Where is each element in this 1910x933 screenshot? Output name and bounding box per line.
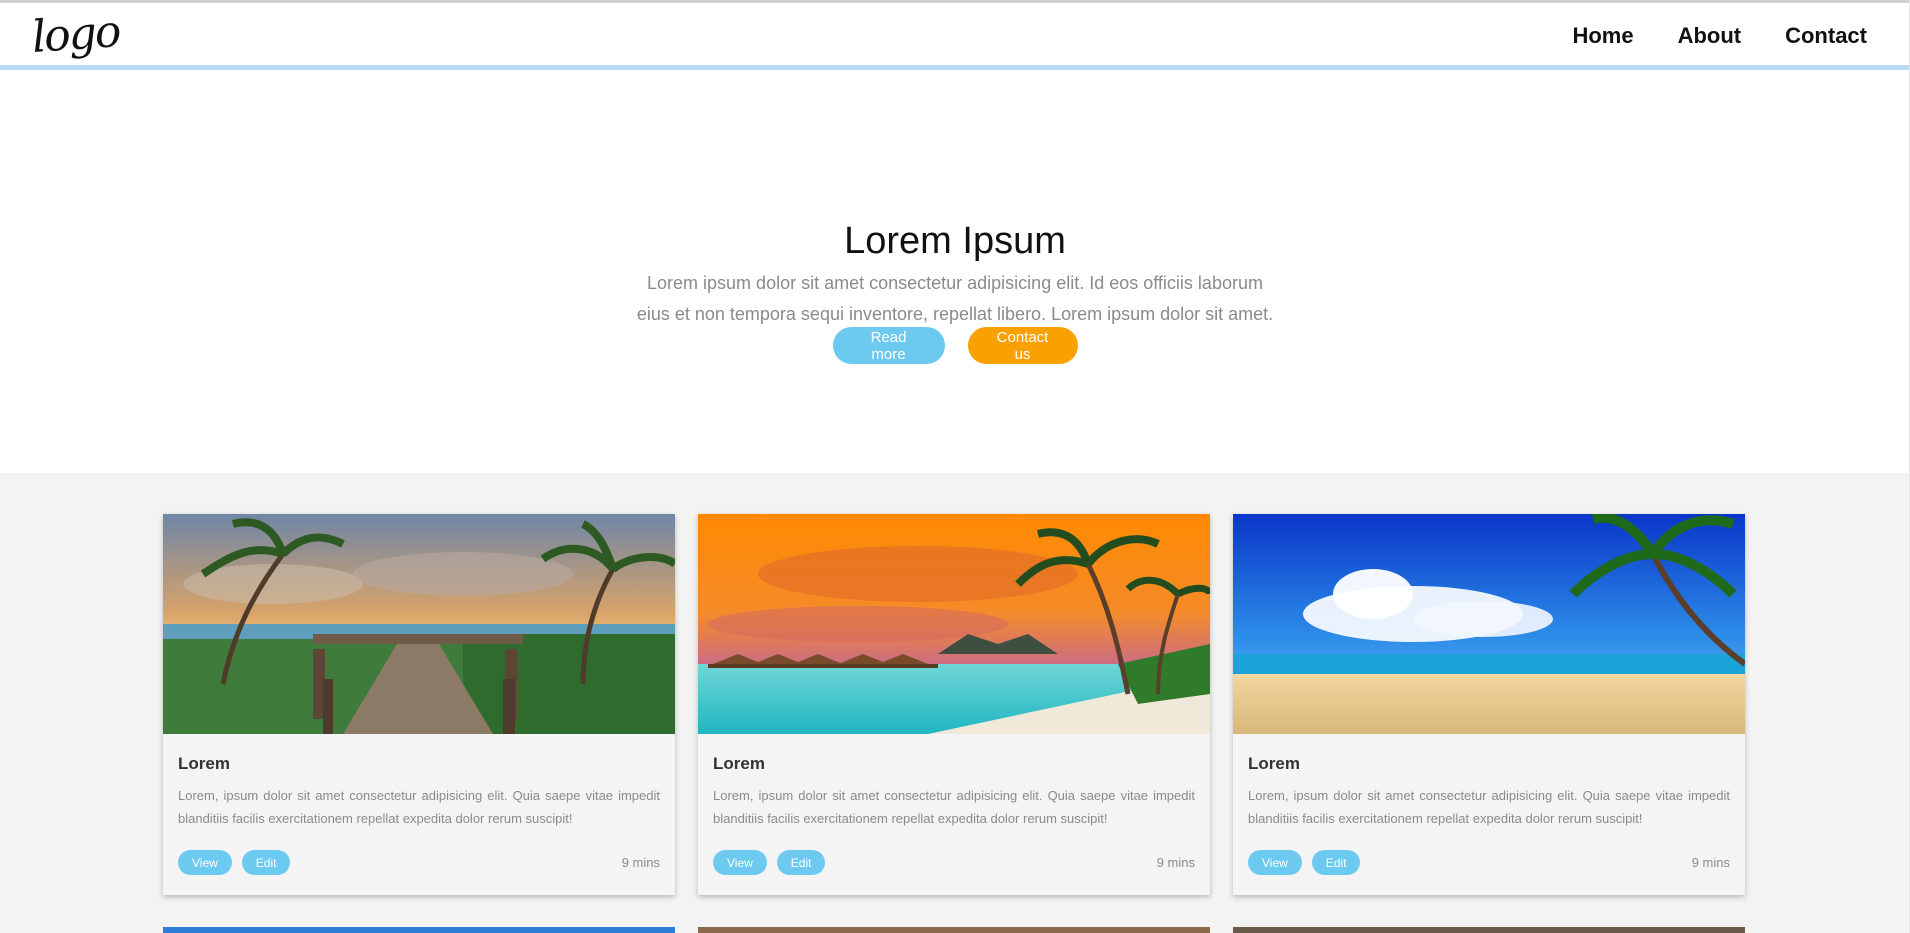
card: Lorem Lorem, ipsum dolor sit amet consec… (163, 514, 675, 895)
card-text: Lorem, ipsum dolor sit amet consectetur … (1248, 788, 1730, 826)
edit-button[interactable]: Edit (1311, 850, 1361, 875)
card-title: Lorem (178, 754, 230, 773)
card-image-boardwalk (163, 514, 675, 734)
cards-section: Lorem Lorem, ipsum dolor sit amet consec… (0, 473, 1910, 933)
card-image-beach (1233, 514, 1745, 734)
hero-actions: Read more Contact us (0, 327, 1910, 364)
card-title: Lorem (1248, 754, 1300, 773)
edit-button[interactable]: Edit (241, 850, 291, 875)
card-text: Lorem, ipsum dolor sit amet consectetur … (713, 788, 1195, 826)
nav-about[interactable]: About (1678, 23, 1742, 49)
view-button[interactable]: View (1248, 850, 1302, 875)
nav-home[interactable]: Home (1572, 23, 1633, 49)
next-card-3 (1233, 927, 1745, 933)
card: Lorem Lorem, ipsum dolor sit amet consec… (698, 514, 1210, 895)
nav-contact[interactable]: Contact (1785, 23, 1867, 49)
card-grid: Lorem Lorem, ipsum dolor sit amet consec… (163, 514, 1745, 895)
main-nav: Home About Contact (1572, 23, 1867, 49)
read-more-button[interactable]: Read more (832, 327, 945, 364)
next-card-1 (163, 927, 675, 933)
navbar: logo Home About Contact (0, 3, 1910, 70)
card-text: Lorem, ipsum dolor sit amet consectetur … (178, 788, 660, 826)
page: logo Home About Contact Lorem Ipsum Lore… (0, 0, 1910, 933)
hero-title: Lorem Ipsum (844, 220, 1066, 263)
card-actions: View Edit (713, 850, 826, 875)
logo[interactable]: logo (30, 6, 121, 63)
contact-us-button[interactable]: Contact us (967, 327, 1078, 364)
card-title: Lorem (713, 754, 765, 773)
edit-button[interactable]: Edit (776, 850, 826, 875)
next-card-row (163, 927, 1745, 933)
card-time: 9 mins (621, 855, 660, 870)
hero-description: Lorem ipsum dolor sit amet consectetur a… (636, 273, 1274, 324)
hero-section: Lorem Ipsum Lorem ipsum dolor sit amet c… (0, 75, 1910, 473)
card-image-sunset (698, 514, 1210, 734)
card-actions: View Edit (178, 850, 291, 875)
view-button[interactable]: View (713, 850, 767, 875)
card-actions: View Edit (1248, 850, 1361, 875)
view-button[interactable]: View (178, 850, 232, 875)
next-card-2 (698, 927, 1210, 933)
card: Lorem Lorem, ipsum dolor sit amet consec… (1233, 514, 1745, 895)
card-time: 9 mins (1691, 855, 1730, 870)
card-time: 9 mins (1156, 855, 1195, 870)
